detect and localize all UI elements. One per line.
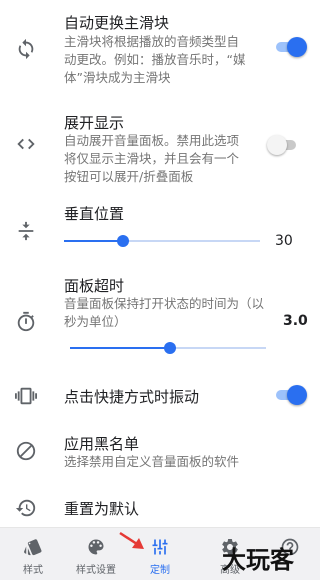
slider-thumb[interactable] [116, 235, 129, 247]
panel-timeout-value: 3.0 [283, 313, 308, 329]
timer-icon [14, 310, 38, 334]
setting-reset-default[interactable]: 重置为默认 [0, 485, 320, 527]
auto-switch-toggle[interactable] [276, 37, 307, 57]
setting-description: 音量面板保持打开状态的时间为（以 秒为单位） [64, 296, 265, 329]
setting-app-blacklist[interactable]: 应用黑名单 选择禁用自定义音量面板的软件 [0, 425, 320, 480]
style-icon [23, 537, 43, 557]
vertical-position-slider[interactable] [64, 235, 260, 247]
setting-panel-timeout: 面板超时 音量面板保持打开状态的时间为（以 秒为单位） 3.0 [0, 265, 320, 365]
expand-toggle[interactable] [267, 135, 298, 155]
setting-title: 点击快捷方式时振动 [64, 388, 200, 406]
vertical-align-center-icon [14, 219, 38, 243]
sync-icon [14, 37, 38, 61]
setting-title: 应用黑名单 [64, 435, 140, 453]
setting-vibrate[interactable]: 点击快捷方式时振动 [0, 372, 320, 420]
watermark-logo: 大玩客 [222, 546, 294, 574]
restore-icon [14, 496, 38, 520]
expand-code-icon [14, 132, 38, 156]
setting-title: 面板超时 [64, 277, 125, 295]
nav-item-style[interactable]: 样式 [14, 528, 52, 580]
setting-description: 自动展开音量面板。禁用此选项 将仅显示主滑块，并且会有一个 按钮可以展开/折叠面… [64, 133, 240, 184]
setting-vertical-position: 垂直位置 30 [0, 195, 320, 265]
setting-title: 重置为默认 [64, 500, 140, 518]
annotation-arrow-icon [119, 531, 144, 549]
vertical-position-value: 30 [275, 233, 293, 249]
setting-title: 展开显示 [64, 114, 125, 132]
panel-timeout-slider[interactable] [70, 342, 266, 354]
vibrate-toggle[interactable] [276, 385, 307, 405]
slider-thumb[interactable] [163, 342, 176, 354]
palette-icon [86, 537, 106, 557]
setting-title: 自动更换主滑块 [64, 14, 170, 32]
setting-description: 选择禁用自定义音量面板的软件 [64, 454, 240, 469]
tune-icon [150, 537, 170, 557]
block-icon [14, 439, 38, 463]
setting-expand[interactable]: 展开显示 自动展开音量面板。禁用此选项 将仅显示主滑块，并且会有一个 按钮可以展… [0, 100, 320, 195]
nav-item-style-settings[interactable]: 样式设置 [70, 528, 122, 580]
setting-description: 主滑块将根据播放的音频类型自 动更改。例如：播放音乐时，“媒 体”滑块成为主滑块 [64, 34, 246, 85]
setting-title: 垂直位置 [64, 205, 125, 223]
vibration-icon [14, 384, 38, 408]
setting-auto-switch[interactable]: 自动更换主滑块 主滑块将根据播放的音频类型自 动更改。例如：播放音乐时，“媒 体… [0, 0, 320, 100]
